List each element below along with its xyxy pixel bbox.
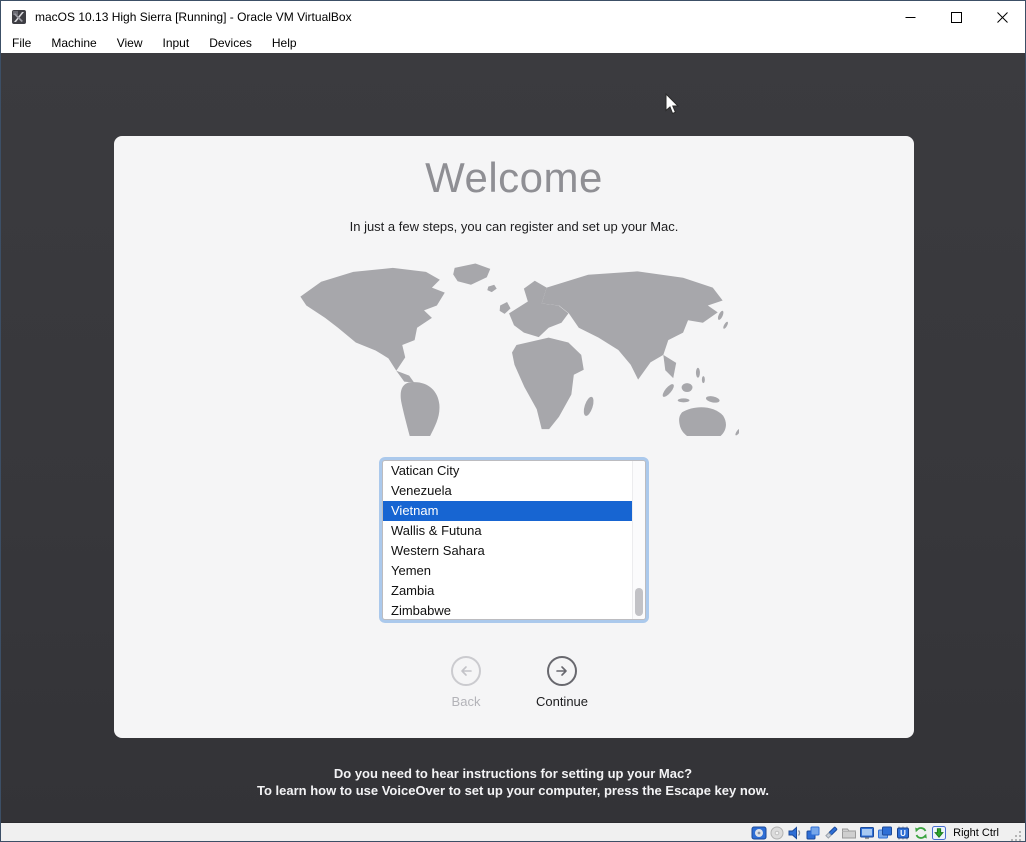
resize-grip[interactable] [1009, 829, 1023, 842]
back-button[interactable]: Back [431, 656, 501, 709]
status-icons: U [751, 825, 947, 841]
title-bar: macOS 10.13 High Sierra [Running] - Orac… [1, 1, 1025, 33]
menu-bar: File Machine View Input Devices Help [1, 33, 1025, 53]
minimize-button[interactable] [887, 1, 933, 33]
continue-label: Continue [536, 694, 588, 709]
country-option[interactable]: Western Sahara [383, 541, 632, 561]
menu-help[interactable]: Help [265, 34, 304, 52]
country-rows: Vatican City Venezuela Vietnam Wallis & … [383, 461, 645, 619]
menu-input[interactable]: Input [156, 34, 197, 52]
maximize-button[interactable] [933, 1, 979, 33]
menu-view[interactable]: View [110, 34, 150, 52]
country-option-selected[interactable]: Vietnam [383, 501, 632, 521]
arrow-right-icon [554, 663, 570, 679]
mouse-cursor [665, 93, 681, 115]
audio-icon[interactable] [787, 825, 803, 841]
country-option[interactable]: Vatican City [383, 461, 632, 481]
back-label: Back [452, 694, 481, 709]
voiceover-instructions: Do you need to hear instructions for set… [1, 765, 1025, 799]
menu-devices[interactable]: Devices [202, 34, 259, 52]
list-scrollbar[interactable] [632, 461, 645, 619]
continue-button[interactable]: Continue [527, 656, 597, 709]
page-title: Welcome [425, 154, 603, 202]
voiceover-line1: Do you need to hear instructions for set… [1, 765, 1025, 782]
voiceover-line2: To learn how to use VoiceOver to set up … [1, 782, 1025, 799]
close-icon [997, 12, 1008, 23]
country-list-focus-ring: Vatican City Venezuela Vietnam Wallis & … [379, 457, 649, 623]
continue-circle [547, 656, 577, 686]
back-circle [451, 656, 481, 686]
setup-assistant-card: Welcome In just a few steps, you can reg… [114, 136, 914, 738]
menu-file[interactable]: File [5, 34, 38, 52]
country-option[interactable]: Venezuela [383, 481, 632, 501]
navigation-buttons: Back Continue [431, 656, 597, 709]
host-key-label: Right Ctrl [953, 827, 999, 839]
country-option[interactable]: Yemen [383, 561, 632, 581]
recording-icon[interactable] [877, 825, 893, 841]
svg-text:U: U [900, 829, 906, 838]
country-option[interactable]: Zambia [383, 581, 632, 601]
features-icon[interactable]: U [895, 825, 911, 841]
shared-folders-icon[interactable] [841, 825, 857, 841]
status-bar: U Right Ctrl [1, 822, 1025, 842]
country-option[interactable]: Zimbabwe [383, 601, 632, 620]
display-icon[interactable] [859, 825, 875, 841]
window-title: macOS 10.13 High Sierra [Running] - Orac… [35, 10, 887, 24]
list-scrollbar-thumb[interactable] [635, 588, 643, 616]
optical-drives-icon[interactable] [769, 825, 785, 841]
country-listbox[interactable]: Vatican City Venezuela Vietnam Wallis & … [382, 460, 646, 620]
menu-machine[interactable]: Machine [44, 34, 103, 52]
minimize-icon [905, 12, 916, 23]
arrow-left-icon [458, 663, 474, 679]
country-option[interactable]: Wallis & Futuna [383, 521, 632, 541]
vm-display: Welcome In just a few steps, you can reg… [1, 53, 1025, 822]
keyboard-icon[interactable] [931, 825, 947, 841]
window-controls [887, 1, 1025, 33]
virtualbox-app-icon [11, 9, 27, 25]
virtualbox-window: macOS 10.13 High Sierra [Running] - Orac… [0, 0, 1026, 842]
page-subtitle: In just a few steps, you can register an… [350, 219, 679, 234]
maximize-icon [951, 12, 962, 23]
mouse-integration-icon[interactable] [913, 825, 929, 841]
world-map-image [289, 258, 739, 436]
hard-disks-icon[interactable] [751, 825, 767, 841]
network-icon[interactable] [805, 825, 821, 841]
close-button[interactable] [979, 1, 1025, 33]
usb-icon[interactable] [823, 825, 839, 841]
